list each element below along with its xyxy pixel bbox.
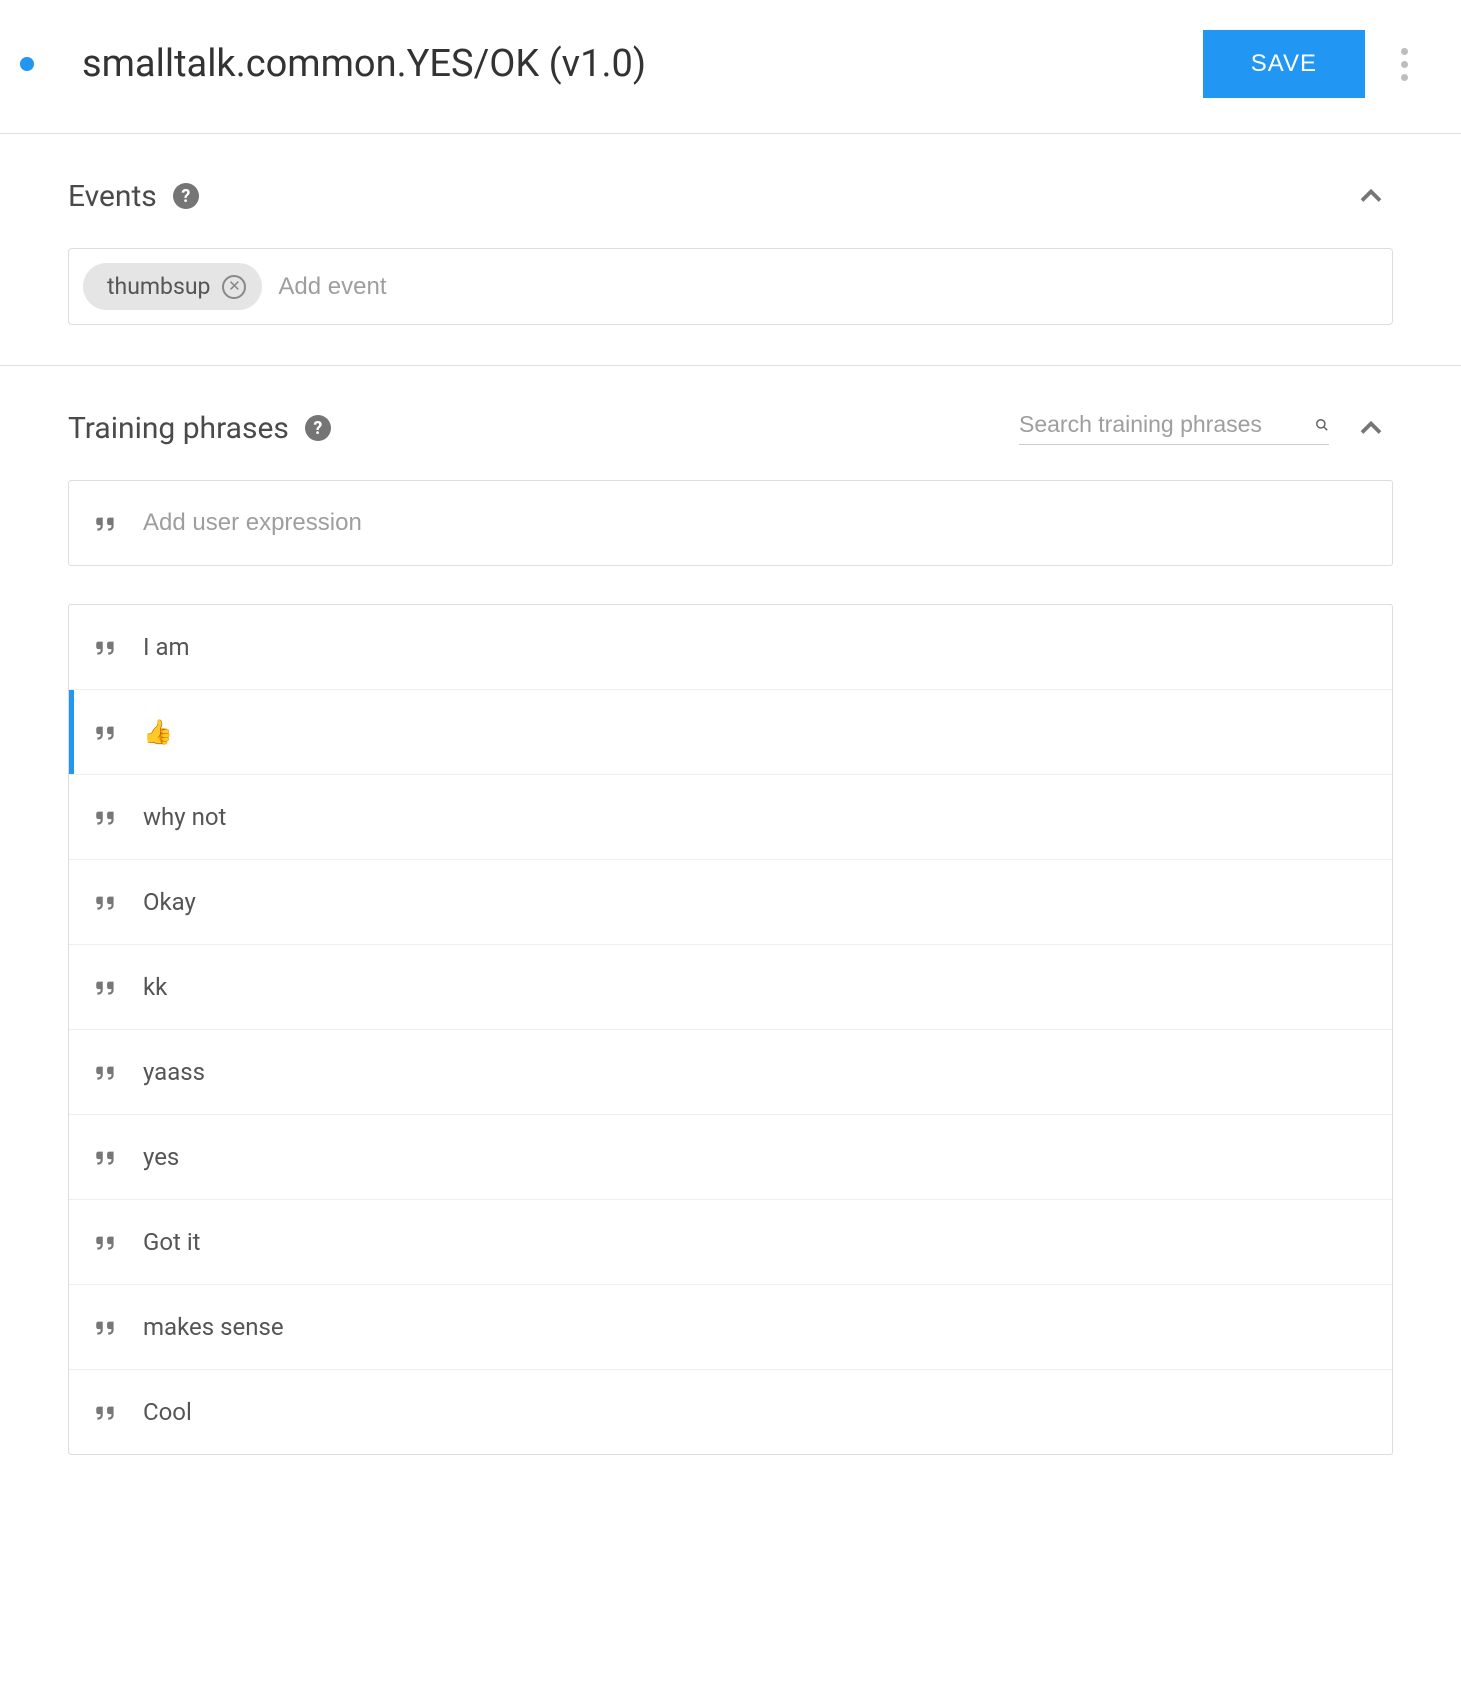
quote-icon (93, 889, 119, 915)
quote-icon (93, 1314, 119, 1340)
training-phrase-row[interactable]: kk (69, 945, 1392, 1030)
training-phrase-row[interactable]: why not (69, 775, 1392, 860)
chevron-up-icon (1353, 178, 1389, 214)
search-icon[interactable] (1315, 412, 1329, 438)
save-button[interactable]: SAVE (1203, 30, 1365, 98)
search-training-wrap (1019, 411, 1329, 445)
help-icon[interactable]: ? (173, 183, 199, 209)
training-phrase-row[interactable]: I am (69, 605, 1392, 690)
add-expression-input[interactable] (143, 509, 1368, 537)
event-chip-label: thumbsup (107, 273, 210, 300)
search-training-input[interactable] (1019, 411, 1315, 438)
status-dot (20, 57, 34, 71)
quote-icon (93, 974, 119, 1000)
add-expression-box[interactable] (68, 480, 1393, 566)
training-phrase-text: 👍 (143, 718, 173, 746)
training-phrase-text: why not (143, 803, 226, 831)
collapse-toggle-events[interactable] (1349, 174, 1393, 218)
more-menu-icon[interactable] (1393, 40, 1416, 89)
chevron-up-icon (1353, 410, 1389, 446)
training-title: Training phrases (68, 411, 289, 446)
training-phrase-list: I am 👍 why not Okay kk yaass yes Got it makes se… (68, 604, 1393, 1455)
remove-chip-icon[interactable]: ✕ (222, 275, 246, 299)
page-header: smalltalk.common.YES/OK (v1.0) SAVE (0, 0, 1461, 134)
training-phrase-row[interactable]: Okay (69, 860, 1392, 945)
training-phrase-row[interactable]: 👍 (69, 690, 1392, 775)
events-section: Events ? thumbsup ✕ (0, 134, 1461, 365)
training-phrase-text: Got it (143, 1228, 201, 1256)
quote-icon (93, 510, 119, 536)
training-phrase-text: makes sense (143, 1313, 284, 1341)
quote-icon (93, 1399, 119, 1425)
collapse-toggle-training[interactable] (1349, 406, 1393, 450)
training-phrase-row[interactable]: yes (69, 1115, 1392, 1200)
quote-icon (93, 719, 119, 745)
training-phrase-row[interactable]: yaass (69, 1030, 1392, 1115)
training-phrase-text: yaass (143, 1058, 205, 1086)
page-title: smalltalk.common.YES/OK (v1.0) (82, 42, 1203, 86)
training-phrase-text: kk (143, 973, 167, 1001)
quote-icon (93, 804, 119, 830)
training-phrase-row[interactable]: Got it (69, 1200, 1392, 1285)
event-chip[interactable]: thumbsup ✕ (83, 263, 262, 310)
quote-icon (93, 1229, 119, 1255)
events-section-header: Events ? (68, 174, 1393, 218)
add-event-input[interactable] (278, 273, 588, 301)
training-phrase-row[interactable]: Cool (69, 1370, 1392, 1454)
events-title: Events (68, 179, 157, 214)
help-icon[interactable]: ? (305, 415, 331, 441)
quote-icon (93, 1059, 119, 1085)
training-section: Training phrases ? I am 👍 why not Okay kk yaa… (0, 365, 1461, 1495)
quote-icon (93, 634, 119, 660)
training-phrase-text: Okay (143, 888, 196, 916)
events-input-box[interactable]: thumbsup ✕ (68, 248, 1393, 325)
training-section-header: Training phrases ? (68, 406, 1393, 450)
quote-icon (93, 1144, 119, 1170)
training-phrase-row[interactable]: makes sense (69, 1285, 1392, 1370)
training-phrase-text: yes (143, 1143, 179, 1171)
training-phrase-text: Cool (143, 1398, 192, 1426)
training-phrase-text: I am (143, 633, 190, 661)
